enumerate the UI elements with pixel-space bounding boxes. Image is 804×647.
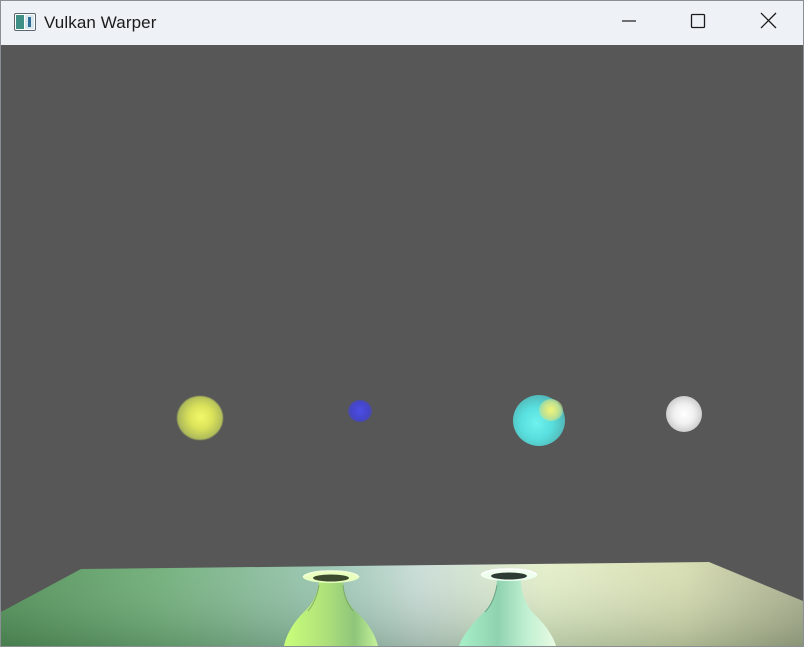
- minimize-icon: [621, 13, 637, 34]
- scene-geometry: [1, 562, 803, 646]
- close-button[interactable]: [733, 1, 803, 45]
- close-icon: [760, 12, 777, 34]
- app-window: Vulkan Warper: [0, 0, 804, 647]
- app-window-icon: [14, 13, 36, 31]
- maximize-button[interactable]: [663, 1, 733, 45]
- title-bar[interactable]: Vulkan Warper: [1, 1, 803, 45]
- render-viewport[interactable]: [1, 45, 803, 646]
- maximize-icon: [690, 13, 706, 34]
- window-title: Vulkan Warper: [44, 13, 157, 32]
- minimize-button[interactable]: [594, 1, 664, 45]
- floor-plane: [1, 562, 803, 646]
